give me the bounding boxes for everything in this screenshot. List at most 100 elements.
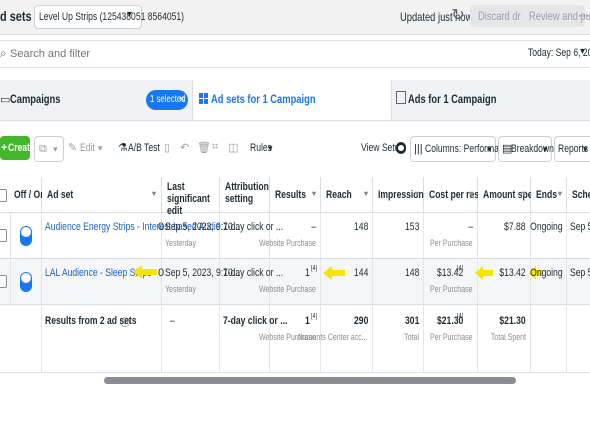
last-edit-cell: Sep 5, 2023, 9:10... Yesterday [162,213,240,259]
columns-button[interactable]: ||| Columns: Performance ▾ [410,136,513,162]
impressions-value: 153 [404,221,419,233]
pencil-icon: ✎ [68,142,78,154]
header-attribution[interactable]: Attribution setting [220,177,270,213]
summary-reach-cell: 290 Accounts Center acc... [297,305,373,373]
duplicate-icon: ⧉ [39,143,47,155]
chevron-down-icon: ▾ [543,144,548,154]
results-cell: 1 [4] Website Purchase [259,259,321,305]
view-setup-label: View Setup [361,142,405,154]
reach-cell: 148 [321,213,373,259]
header-impressions[interactable]: Impressions ▾ [373,177,429,213]
summary-blank-cell [0,305,42,373]
folder-icon: ▭ [0,94,11,106]
sort-icon[interactable]: ▾ [364,189,368,198]
schedule-value: Sep 5 [570,221,590,233]
impressions-value: 148 [404,267,419,279]
summary-reach-value: 290 [353,315,368,327]
search-icon: ⌕ [0,46,7,60]
plus-icon: + [1,142,8,154]
select-all-checkbox[interactable] [0,189,7,202]
ad-icon [396,91,406,104]
header-results[interactable]: Results ▾ [270,177,321,213]
tab-campaigns[interactable]: ▭ Campaigns 1 selected × [0,80,190,120]
amount-spent-cell: $13.42 [478,259,531,305]
cost-per-result-value: – [468,221,473,233]
summary-cost-footnote: [4] [457,313,464,320]
sort-icon[interactable]: ▾ [558,189,562,198]
toolbar: + Create ⧉ ▾ ✎ Edit ▾ ⚗ A/B Test ▯ ↶ 🗑 ⌗… [0,128,590,168]
sort-icon[interactable]: ▾ [522,189,526,198]
chevron-down-icon: ▾ [268,143,273,153]
annotation-arrow-icon [133,265,157,279]
create-label: Create [8,142,35,154]
amount-spent-cell: $7.88 [478,213,531,259]
summary-results-value: 1 [305,315,310,327]
row-toggle-cell[interactable] [9,213,42,259]
edit-button[interactable]: ✎ Edit ▾ [66,136,106,160]
header-reach[interactable]: Reach ▾ [321,177,373,213]
breakdown-button[interactable]: ▤ Breakdown ▾ [498,136,554,162]
header-adset[interactable]: Ad set ▾ [42,177,162,213]
summary-edit-cell: – [162,305,220,373]
tag-icon[interactable]: ⌗ [212,141,218,154]
chevron-down-icon: ▾ [487,144,492,154]
schedule-cell: Sep 5 [567,259,590,305]
last-edit-cell: Sep 5, 2023, 9:10... Yesterday [162,259,240,305]
info-icon[interactable]: ⓘ [120,314,130,329]
on-off-toggle[interactable] [19,225,33,247]
campaign-select[interactable]: Level Up Strips (125438051 8564051) ▾ [34,5,184,29]
rules-button[interactable]: Rules ▾ [244,136,278,160]
last-edit-sub: Yesterday [165,284,196,294]
header-amount-spent[interactable]: Amount spent ▾ [478,177,541,213]
horizontal-scrollbar[interactable] [104,377,516,384]
duplicate-button[interactable]: ⧉ ▾ [34,136,64,162]
adset-name-cell[interactable]: LAL Audience - Sleep Strips 0 [42,259,164,305]
columns-icon: ||| [414,143,423,155]
on-off-toggle[interactable] [19,271,33,293]
cost-per-result-sub: Per Purchase [430,238,473,248]
review-publish-button[interactable]: Review and publish [521,5,590,27]
ends-value: Ongoing [530,221,563,233]
header-ends[interactable]: Ends ▾ [531,177,567,213]
trash-icon[interactable]: 🗑 [197,141,211,154]
undo-icon[interactable]: ↶ [180,141,189,154]
tab-ads[interactable]: Ads for 1 Campaign [392,80,590,120]
reports-button[interactable]: Reports ▾ [554,136,590,162]
header-last-edit[interactable]: Last significant edit [162,177,220,217]
header-schedule[interactable]: Sched [567,177,590,213]
row-toggle-cell[interactable] [9,259,42,305]
row-checkbox[interactable] [0,275,7,288]
cost-per-result-cell: – Per Purchase [424,213,478,259]
close-icon[interactable]: × [179,90,185,110]
copy-icon[interactable]: ▯ [164,141,170,154]
cost-footnote: [4] [457,265,464,272]
summary-reach-sub: Accounts Center acc... [297,332,368,342]
cost-per-result-sub: Per Purchase [430,284,473,294]
search-input[interactable] [8,44,312,64]
ab-test-button[interactable]: ⚗ A/B Test [116,136,160,160]
header-onoff[interactable]: Off / On [9,177,45,213]
header-cost-per-result[interactable]: Cost per result ▾ [424,177,490,213]
attribution-cell: 7-day click or ... [220,259,283,305]
view-setup-toggle[interactable] [395,141,407,155]
summary-cost-cell: $21.30 [4] Per Purchase [424,305,478,373]
chart-icon[interactable]: ◫ [228,141,238,154]
sort-icon[interactable]: ▾ [312,189,316,198]
summary-ends-cell [531,305,567,373]
reach-value: 148 [353,221,368,233]
more-icon[interactable]: ··· [578,8,590,22]
adset-name-cell[interactable]: Audience Energy Strips - Interest based … [42,213,228,259]
sort-icon[interactable]: ▾ [469,189,473,198]
ends-value: Ongoing [530,267,563,279]
summary-spent-sub: Total Spent [490,332,526,342]
create-button[interactable]: + Create [0,136,35,160]
sort-icon[interactable]: ▾ [152,189,156,198]
refresh-icon[interactable]: ↻ [448,5,468,27]
selected-badge[interactable]: 1 selected × [146,90,188,110]
tab-ads-label: Ads for 1 Campaign [408,92,497,106]
tab-adsets-label: Ad sets for 1 Campaign [211,92,316,106]
adsets-table: Off / On Ad set ▾ Last significant edit … [0,177,590,387]
tab-adsets[interactable]: Ad sets for 1 Campaign [192,80,392,120]
row-checkbox[interactable] [0,229,7,242]
sort-icon[interactable]: ▾ [415,189,419,198]
